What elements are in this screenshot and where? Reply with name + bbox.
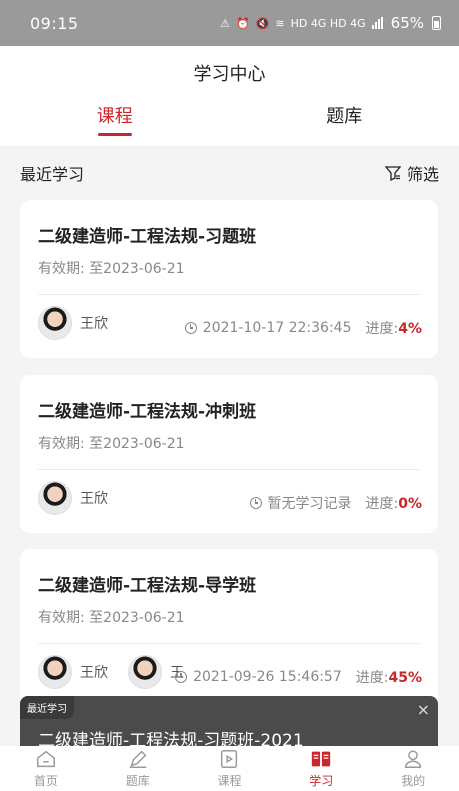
filter-label: 筛选 xyxy=(406,165,439,184)
progress-label: 进度: xyxy=(365,321,399,337)
teacher-avatar xyxy=(38,481,72,515)
nav-study[interactable]: 学习 xyxy=(275,746,367,791)
teacher: 王欣 xyxy=(38,306,108,340)
recent-study-popup[interactable]: 最近学习 二级建造师-工程法规-习题班-2021 × xyxy=(20,696,438,748)
last-study-time: 暂无学习记录 xyxy=(267,496,352,512)
course-card[interactable]: 二级建造师-工程法规-习题班 有效期: 至2023-06-21 王欣 2021-… xyxy=(20,200,438,358)
course-card[interactable]: 二级建造师-工程法规-冲刺班 有效期: 至2023-06-21 王欣 暂无学习记… xyxy=(20,375,438,533)
teacher-name: 王欣 xyxy=(80,491,108,507)
course-title: 二级建造师-工程法规-导学班 xyxy=(38,576,257,596)
clock-icon xyxy=(249,497,262,509)
last-study-time: 2021-10-17 22:36:45 xyxy=(202,320,352,336)
card-divider xyxy=(38,294,420,295)
filter-icon xyxy=(384,166,401,181)
video-icon xyxy=(221,750,238,768)
teacher-avatar xyxy=(128,655,162,689)
clock-icon xyxy=(184,322,197,334)
battery-icon xyxy=(432,16,441,30)
nav-question-bank[interactable]: 题库 xyxy=(92,746,184,791)
course-card[interactable]: 二级建造师-工程法规-导学班 有效期: 至2023-06-21 王欣 王 202… xyxy=(20,549,438,707)
progress: 进度:0% xyxy=(366,493,423,513)
page-title: 学习中心 xyxy=(193,64,266,85)
last-study-time: 2021-09-26 15:46:57 xyxy=(193,669,342,685)
course-meta: 2021-10-17 22:36:45 进度:4% xyxy=(184,318,423,338)
progress-value: 45% xyxy=(388,670,422,686)
card-divider xyxy=(38,643,420,644)
filter-button[interactable]: 筛选 xyxy=(384,161,439,185)
progress: 进度:4% xyxy=(366,318,423,338)
progress-value: 0% xyxy=(398,496,422,512)
tab-question-bank[interactable]: 题库 xyxy=(230,102,459,142)
recent-course-title: 二级建造师-工程法规-习题班-2021 xyxy=(38,731,304,748)
alarm-icon: ⏰ xyxy=(236,16,250,30)
notification-icon: ⚠ xyxy=(220,16,230,30)
progress-label: 进度: xyxy=(365,496,399,512)
section-label: 最近学习 xyxy=(20,165,85,184)
recent-tag: 最近学习 xyxy=(20,696,74,719)
wifi-icon: ≋ xyxy=(275,16,285,30)
nav-home[interactable]: 首页 xyxy=(0,746,92,791)
battery-percent: 65% xyxy=(390,14,424,32)
nav-label: 首页 xyxy=(33,774,58,788)
course-validity: 有效期: 至2023-06-21 xyxy=(38,610,185,626)
course-validity: 有效期: 至2023-06-21 xyxy=(38,436,185,452)
teacher-avatar xyxy=(38,306,72,340)
teacher-name: 王欣 xyxy=(80,665,108,681)
close-icon[interactable]: × xyxy=(417,700,430,719)
mute-icon: 🔇 xyxy=(255,16,270,30)
nav-profile[interactable]: 我的 xyxy=(367,746,459,791)
nav-label: 题库 xyxy=(125,774,150,788)
nav-courses[interactable]: 课程 xyxy=(184,746,276,791)
teacher: 王欣 xyxy=(38,655,108,689)
signal-icon xyxy=(371,17,383,29)
nav-label: 我的 xyxy=(401,774,426,788)
teacher: 王欣 xyxy=(38,481,108,515)
page-header: 学习中心 课程 题库 xyxy=(0,46,459,146)
tab-bar: 课程 题库 xyxy=(0,102,459,142)
section-header: 最近学习 筛选 xyxy=(20,160,439,186)
nav-label: 课程 xyxy=(217,774,242,788)
status-bar: 09:15 ⚠ ⏰ 🔇 ≋ HD 4G HD 4G 65% xyxy=(0,0,459,46)
user-icon xyxy=(405,750,422,768)
book-icon xyxy=(312,751,331,767)
status-time: 09:15 xyxy=(30,13,79,33)
course-title: 二级建造师-工程法规-冲刺班 xyxy=(38,402,257,422)
status-icons: ⚠ ⏰ 🔇 ≋ HD 4G HD 4G 65% xyxy=(220,14,441,32)
tab-courses[interactable]: 课程 xyxy=(0,102,230,142)
clock-icon xyxy=(175,671,188,683)
card-divider xyxy=(38,469,420,470)
progress-label: 进度: xyxy=(355,670,389,686)
teacher-avatar xyxy=(38,655,72,689)
course-meta: 2021-09-26 15:46:57 进度:45% xyxy=(175,667,422,687)
progress: 进度:45% xyxy=(356,667,422,687)
course-validity: 有效期: 至2023-06-21 xyxy=(38,261,185,277)
course-meta: 暂无学习记录 进度:0% xyxy=(249,493,423,513)
progress-value: 4% xyxy=(398,321,422,337)
nav-label: 学习 xyxy=(309,774,334,788)
network-label: HD 4G HD 4G xyxy=(290,16,366,30)
course-title: 二级建造师-工程法规-习题班 xyxy=(38,227,257,247)
home-icon xyxy=(36,750,55,768)
pencil-icon xyxy=(129,750,147,768)
teacher-name: 王欣 xyxy=(80,316,108,332)
bottom-nav: 首页 题库 课程 学习 我的 xyxy=(0,746,459,791)
